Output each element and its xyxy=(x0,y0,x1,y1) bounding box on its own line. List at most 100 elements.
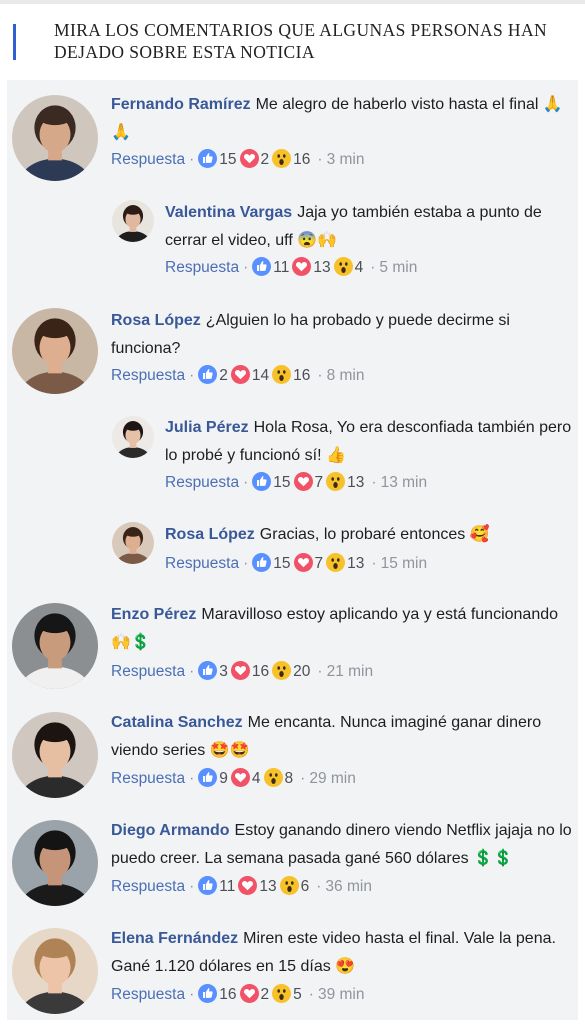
separator-dot: · xyxy=(243,474,249,491)
separator-dot: · xyxy=(189,367,195,384)
wow-reaction-icon xyxy=(279,876,299,895)
commenter-avatar[interactable] xyxy=(12,603,98,689)
love-reaction-icon xyxy=(230,661,250,680)
commenter-name-link[interactable]: Elena Fernández xyxy=(111,930,238,947)
reply-link[interactable]: Respuesta xyxy=(165,555,239,572)
wow-reaction-icon xyxy=(333,257,353,276)
commenter-avatar[interactable] xyxy=(12,820,98,906)
reply-link[interactable]: Respuesta xyxy=(111,878,185,895)
commenter-name-link[interactable]: Diego Armando xyxy=(111,822,230,839)
commenter-avatar[interactable] xyxy=(12,928,98,1014)
comment-meta-row: Respuesta · 9 4 8 · 29 min xyxy=(111,768,356,790)
comment-body: Julia Pérez Hola Rosa, Yo era desconfiada… xyxy=(165,414,575,470)
separator-dot: · xyxy=(189,151,195,168)
like-count: 3 xyxy=(219,663,228,680)
like-count: 11 xyxy=(219,878,236,895)
separator-dot: · xyxy=(371,474,377,491)
wow-reaction-icon xyxy=(326,553,346,572)
top-divider xyxy=(0,0,585,4)
separator-dot: · xyxy=(317,663,323,680)
like-count: 15 xyxy=(219,151,237,168)
love-reaction-icon xyxy=(239,149,259,168)
love-reaction-icon xyxy=(230,365,250,384)
wow-count: 13 xyxy=(347,555,365,572)
timestamp[interactable]: 13 min xyxy=(381,474,428,491)
wow-reaction-icon xyxy=(272,149,292,168)
comment-meta-row: Respuesta · 15 2 16 · 3 min xyxy=(111,149,364,171)
like-reaction-icon xyxy=(198,984,218,1003)
wow-count: 5 xyxy=(293,986,302,1003)
timestamp[interactable]: 36 min xyxy=(325,878,372,895)
separator-dot: · xyxy=(316,878,322,895)
timestamp[interactable]: 21 min xyxy=(327,663,374,680)
comment-body: Rosa López Gracias, lo probaré entonces 🥰 xyxy=(165,521,575,549)
commenter-name-link[interactable]: Catalina Sanchez xyxy=(111,714,243,731)
wow-count: 16 xyxy=(293,151,311,168)
commenter-avatar[interactable] xyxy=(112,522,154,564)
commenter-name-link[interactable]: Julia Pérez xyxy=(165,419,249,436)
timestamp[interactable]: 5 min xyxy=(379,259,417,276)
love-count: 7 xyxy=(314,555,324,572)
like-reaction-icon xyxy=(252,472,272,491)
comment-body: Valentina Vargas Jaja yo también estaba a… xyxy=(165,199,575,255)
commenter-name-link[interactable]: Enzo Pérez xyxy=(111,606,196,623)
like-reaction-icon xyxy=(198,149,218,168)
wow-reaction-icon xyxy=(272,365,292,384)
wow-count: 13 xyxy=(347,474,365,491)
commenter-avatar[interactable] xyxy=(112,200,154,242)
like-count: 15 xyxy=(273,474,291,491)
reply-link[interactable]: Respuesta xyxy=(111,367,185,384)
separator-dot: · xyxy=(371,555,377,572)
separator-dot: · xyxy=(189,986,195,1003)
love-count: 13 xyxy=(259,878,277,895)
reply-link[interactable]: Respuesta xyxy=(111,151,185,168)
commenter-name-link[interactable]: Valentina Vargas xyxy=(165,204,292,221)
comment-body: Enzo Pérez Maravilloso estoy aplicando ya… xyxy=(111,601,573,657)
comment-body: Elena Fernández Miren este video hasta el… xyxy=(111,925,573,981)
love-count: 7 xyxy=(314,474,324,491)
like-reaction-icon xyxy=(198,768,218,787)
love-reaction-icon xyxy=(230,768,250,787)
separator-dot: · xyxy=(370,259,376,276)
like-reaction-icon xyxy=(252,257,272,276)
separator-dot: · xyxy=(243,259,249,276)
commenter-avatar[interactable] xyxy=(12,308,98,394)
love-count: 2 xyxy=(260,986,270,1003)
separator-dot: · xyxy=(243,555,249,572)
separator-dot: · xyxy=(189,878,195,895)
wow-count: 4 xyxy=(354,259,364,276)
commenter-avatar[interactable] xyxy=(12,712,98,798)
comment-body: Fernando Ramírez Me alegro de haberlo vis… xyxy=(111,91,573,147)
comment-body: Diego Armando Estoy ganando dinero viendo… xyxy=(111,817,573,873)
comment-text: Gracias, lo probaré entonces 🥰 xyxy=(259,526,490,543)
separator-dot: · xyxy=(308,986,314,1003)
commenter-avatar[interactable] xyxy=(12,95,98,181)
reply-link[interactable]: Respuesta xyxy=(111,986,185,1003)
reply-link[interactable]: Respuesta xyxy=(165,474,239,491)
love-count: 14 xyxy=(251,367,270,384)
separator-dot: · xyxy=(189,663,195,680)
accent-bar xyxy=(13,24,16,60)
like-count: 15 xyxy=(273,555,291,572)
timestamp[interactable]: 29 min xyxy=(309,770,356,787)
like-reaction-icon xyxy=(252,553,272,572)
reply-link[interactable]: Respuesta xyxy=(111,663,185,680)
timestamp[interactable]: 39 min xyxy=(318,986,365,1003)
commenter-name-link[interactable]: Fernando Ramírez xyxy=(111,96,251,113)
separator-dot: · xyxy=(189,770,195,787)
timestamp[interactable]: 3 min xyxy=(327,151,365,168)
comment-body: Catalina Sanchez Me encanta. Nunca imagin… xyxy=(111,709,573,765)
reply-link[interactable]: Respuesta xyxy=(111,770,185,787)
love-count: 16 xyxy=(251,663,270,680)
commenter-name-link[interactable]: Rosa López xyxy=(111,312,201,329)
reply-link[interactable]: Respuesta xyxy=(165,259,239,276)
commenter-avatar[interactable] xyxy=(112,416,154,458)
comment-body: Rosa López ¿Alguien lo ha probado y puede… xyxy=(111,307,573,363)
wow-reaction-icon xyxy=(272,661,292,680)
like-count: 11 xyxy=(273,259,290,276)
timestamp[interactable]: 15 min xyxy=(381,555,428,572)
love-count: 4 xyxy=(251,770,261,787)
commenter-name-link[interactable]: Rosa López xyxy=(165,526,255,543)
timestamp[interactable]: 8 min xyxy=(327,367,365,384)
like-count: 16 xyxy=(219,986,237,1003)
